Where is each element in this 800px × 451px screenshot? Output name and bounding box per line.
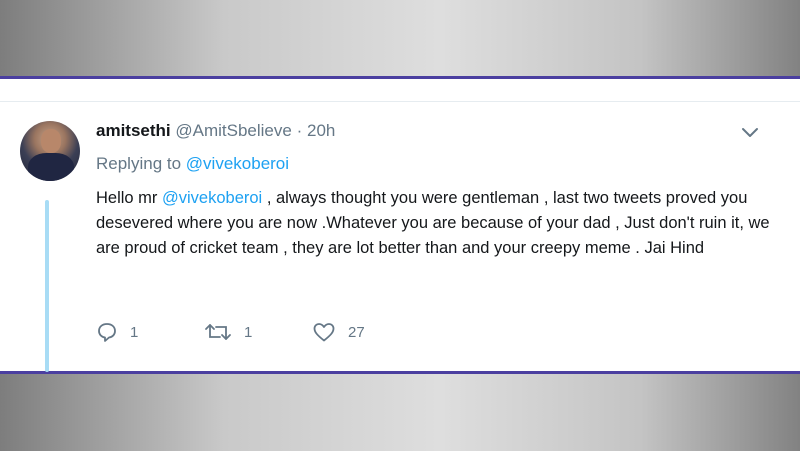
- tweet-text: Hello mr @vivekoberoi , always thought y…: [96, 186, 776, 261]
- heart-icon: [313, 323, 335, 342]
- retweet-icon: [205, 324, 231, 340]
- avatar[interactable]: [20, 121, 80, 181]
- tweet-time[interactable]: 20h: [307, 121, 335, 140]
- replying-to: Replying to @vivekoberoi: [96, 154, 289, 174]
- tweet-text-part1: Hello mr: [96, 189, 163, 207]
- retweet-button[interactable]: 1: [204, 319, 252, 345]
- reply-button[interactable]: 1: [96, 319, 138, 345]
- tweet-header: amitsethi @AmitSbelieve · 20h: [96, 121, 335, 141]
- avatar-head: [41, 129, 61, 153]
- retweet-count: 1: [244, 323, 253, 341]
- replying-to-mention[interactable]: @vivekoberoi: [186, 154, 289, 173]
- like-button[interactable]: 27: [312, 319, 365, 345]
- chevron-down-icon[interactable]: [741, 126, 759, 140]
- thread-line: [45, 200, 49, 372]
- time-separator: ·: [296, 121, 303, 140]
- background-bottom-band: [0, 374, 800, 451]
- display-name[interactable]: amitsethi: [96, 121, 171, 140]
- user-handle[interactable]: @AmitSbelieve: [175, 121, 291, 140]
- reply-count: 1: [130, 323, 139, 341]
- avatar-body: [28, 153, 74, 181]
- reply-icon: [98, 323, 116, 342]
- tweet-card: amitsethi @AmitSbelieve · 20h Replying t…: [0, 76, 800, 374]
- tweet-mention[interactable]: @vivekoberoi: [162, 189, 262, 207]
- background-top-band: [0, 0, 800, 76]
- divider: [0, 101, 800, 102]
- like-count: 27: [348, 323, 365, 341]
- replying-prefix: Replying to: [96, 154, 182, 173]
